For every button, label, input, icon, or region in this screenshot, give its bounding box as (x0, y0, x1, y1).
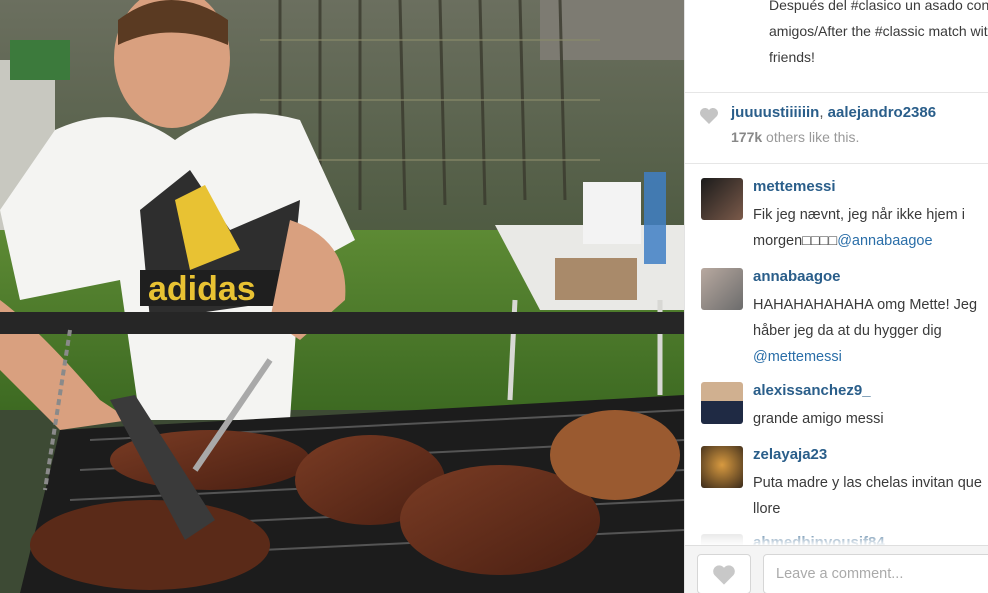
comment-text: Puta madre y las chelas invitan que llor… (753, 475, 982, 517)
likes-count-text: others like this. (766, 129, 860, 145)
photo-illustration: adidas (0, 0, 684, 593)
comment-mention[interactable]: @annabaagoe (837, 233, 932, 249)
liker-link[interactable]: aalejandro2386 (828, 104, 936, 121)
liker-link[interactable]: juuuustiiiiiin (731, 104, 819, 121)
comment-composer (685, 545, 988, 593)
likes-count: 177k others like this. (731, 129, 859, 145)
avatar[interactable] (701, 446, 743, 488)
like-button[interactable] (697, 554, 751, 593)
heart-icon (713, 565, 735, 585)
avatar[interactable] (701, 178, 743, 220)
avatar[interactable] (701, 268, 743, 310)
comment-input[interactable] (763, 554, 988, 593)
post-photo[interactable]: adidas (0, 0, 684, 593)
likes-section: juuuustiiiiiin, aalejandro2386 177k othe… (685, 92, 988, 164)
comment-text: Fik jeg nævnt, jeg når ikke hjem i morge… (753, 202, 988, 254)
scroll-fade (685, 528, 988, 546)
likes-count-value[interactable]: 177k (731, 129, 762, 145)
comment-username[interactable]: zelayaja23 (753, 446, 827, 463)
post-sidebar: Después del #clasico un asado con amigos… (684, 0, 988, 593)
comment-text: HAHAHAHAHAHA omg Mette! Jeg håber jeg da… (753, 292, 988, 370)
shirt-print-text: adidas (148, 270, 256, 308)
comment-body: HAHAHAHAHAHA omg Mette! Jeg håber jeg da… (753, 297, 978, 339)
comment-username[interactable]: alexissanchez9_ (753, 382, 871, 399)
avatar[interactable] (701, 382, 743, 424)
post-caption: Después del #clasico un asado con amigos… (769, 0, 988, 65)
comment-username[interactable]: mettemessi (753, 178, 836, 195)
comment-username[interactable]: annabaagoe (753, 268, 841, 285)
likers-list: juuuustiiiiiin, aalejandro2386 (731, 104, 937, 121)
comment-text: grande amigo messi (753, 411, 884, 427)
heart-icon (700, 108, 718, 124)
comment-mention[interactable]: @mettemessi (753, 349, 842, 365)
